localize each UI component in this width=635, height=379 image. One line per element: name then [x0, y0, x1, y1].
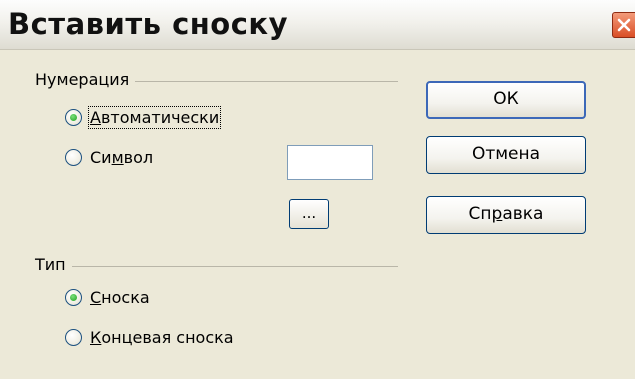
type-label: Тип: [35, 255, 72, 274]
symbol-input[interactable]: [287, 145, 373, 180]
radio-symbol-label[interactable]: Символ: [90, 148, 153, 167]
radio-endnote-label[interactable]: Концевая сноска: [90, 328, 234, 347]
numbering-label: Нумерация: [35, 70, 136, 89]
cancel-button[interactable]: Отмена: [426, 136, 586, 174]
radio-automatic-label[interactable]: Автоматически: [87, 105, 222, 129]
radio-automatic[interactable]: [65, 108, 82, 126]
browse-symbol-button[interactable]: ...: [289, 199, 329, 229]
radio-endnote-row[interactable]: Концевая сноска: [65, 325, 234, 349]
title-bar: Вставить сноску: [0, 0, 635, 50]
close-button[interactable]: [612, 12, 635, 38]
radio-endnote[interactable]: [65, 328, 82, 346]
radio-symbol[interactable]: [65, 148, 82, 166]
close-icon: [617, 18, 631, 32]
radio-symbol-row[interactable]: Символ: [65, 145, 153, 169]
type-divider: [40, 266, 398, 267]
ok-button[interactable]: ОК: [426, 81, 586, 119]
radio-footnote-row[interactable]: Сноска: [65, 285, 150, 309]
dialog-title: Вставить сноску: [8, 7, 289, 41]
help-button[interactable]: Справка: [426, 196, 586, 234]
radio-automatic-row[interactable]: Автоматически: [65, 105, 222, 129]
radio-footnote[interactable]: [65, 288, 82, 306]
radio-footnote-label[interactable]: Сноска: [90, 288, 150, 307]
